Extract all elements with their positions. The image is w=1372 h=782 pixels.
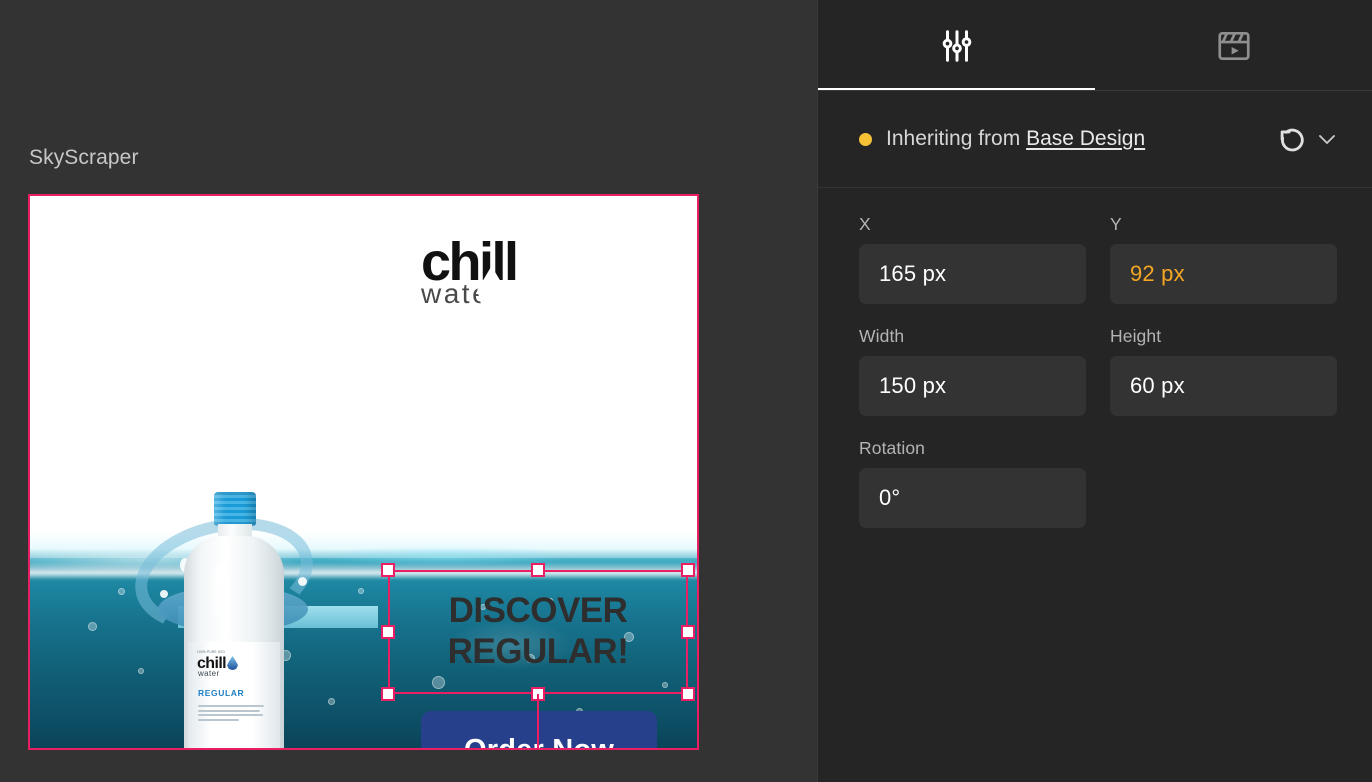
bottle-label-body xyxy=(198,705,264,721)
water-drop-icon xyxy=(227,656,239,670)
properties-panel: Inheriting from Base Design X 165 px Y 9… xyxy=(817,0,1372,782)
headline-line-1: DISCOVER xyxy=(448,591,628,631)
sliders-icon xyxy=(938,27,976,65)
inheritance-prefix: Inheriting from xyxy=(886,127,1027,150)
tab-animation[interactable] xyxy=(1095,0,1372,91)
x-input[interactable]: 165 px xyxy=(859,244,1086,304)
property-label-x: X xyxy=(859,214,871,234)
clapperboard-icon xyxy=(1215,27,1253,65)
canvas-area: SkyScraper 100% PURE H2O chill water REG… xyxy=(0,0,817,782)
bottle-label-variant: REGULAR xyxy=(198,688,245,698)
property-spacer xyxy=(1110,438,1337,528)
properties-grid: X 165 px Y 92 px Width 150 px Height 60 … xyxy=(818,188,1372,528)
property-field-rotation: Rotation 0° xyxy=(859,438,1086,528)
artboard-title: SkyScraper xyxy=(29,146,139,169)
product-bottle: 100% PURE H2O chill water REGULAR xyxy=(182,492,286,748)
panel-tabs xyxy=(818,0,1372,91)
property-label-rotation: Rotation xyxy=(859,438,925,458)
rotation-input[interactable]: 0° xyxy=(859,468,1086,528)
order-now-button[interactable]: Order Now xyxy=(421,711,657,748)
headline-line-2: REGULAR! xyxy=(447,632,629,671)
ad-creative-frame[interactable]: 100% PURE H2O chill water REGULAR chill … xyxy=(28,194,699,750)
undo-icon[interactable] xyxy=(1275,122,1309,156)
bottle-label-sub: water xyxy=(198,669,220,678)
property-field-width: Width 150 px xyxy=(859,326,1086,416)
bottle-label: 100% PURE H2O chill water REGULAR xyxy=(188,642,280,748)
bottle-label-top-text: 100% PURE H2O xyxy=(197,650,225,654)
bottle-highlight xyxy=(212,562,230,632)
headline-text-layer[interactable]: DISCOVER REGULAR! xyxy=(390,572,686,692)
base-design-link[interactable]: Base Design xyxy=(1026,127,1145,150)
property-row-position: X 165 px Y 92 px xyxy=(859,214,1339,304)
property-row-size: Width 150 px Height 60 px xyxy=(859,326,1339,416)
property-field-height: Height 60 px xyxy=(1110,326,1337,416)
y-input[interactable]: 92 px xyxy=(1110,244,1337,304)
height-input[interactable]: 60 px xyxy=(1110,356,1337,416)
property-field-y: Y 92 px xyxy=(1110,214,1337,304)
property-row-rotation: Rotation 0° xyxy=(859,438,1339,528)
tab-settings[interactable] xyxy=(818,0,1095,91)
inheritance-bar: Inheriting from Base Design xyxy=(818,91,1372,188)
brand-logo: chill water xyxy=(421,235,601,310)
editor-root: SkyScraper 100% PURE H2O chill water REG… xyxy=(0,0,1372,782)
property-field-x: X 165 px xyxy=(859,214,1086,304)
status-dot-icon xyxy=(859,132,872,146)
inheritance-label: Inheriting from Base Design xyxy=(886,127,1145,151)
ad-creative: 100% PURE H2O chill water REGULAR chill … xyxy=(30,196,697,748)
bottle-cap xyxy=(214,492,256,526)
width-input[interactable]: 150 px xyxy=(859,356,1086,416)
property-label-y: Y xyxy=(1110,214,1122,234)
inheritance-actions xyxy=(1275,122,1339,156)
property-label-width: Width xyxy=(859,326,905,346)
chevron-down-icon[interactable] xyxy=(1315,127,1339,151)
property-label-height: Height xyxy=(1110,326,1162,346)
